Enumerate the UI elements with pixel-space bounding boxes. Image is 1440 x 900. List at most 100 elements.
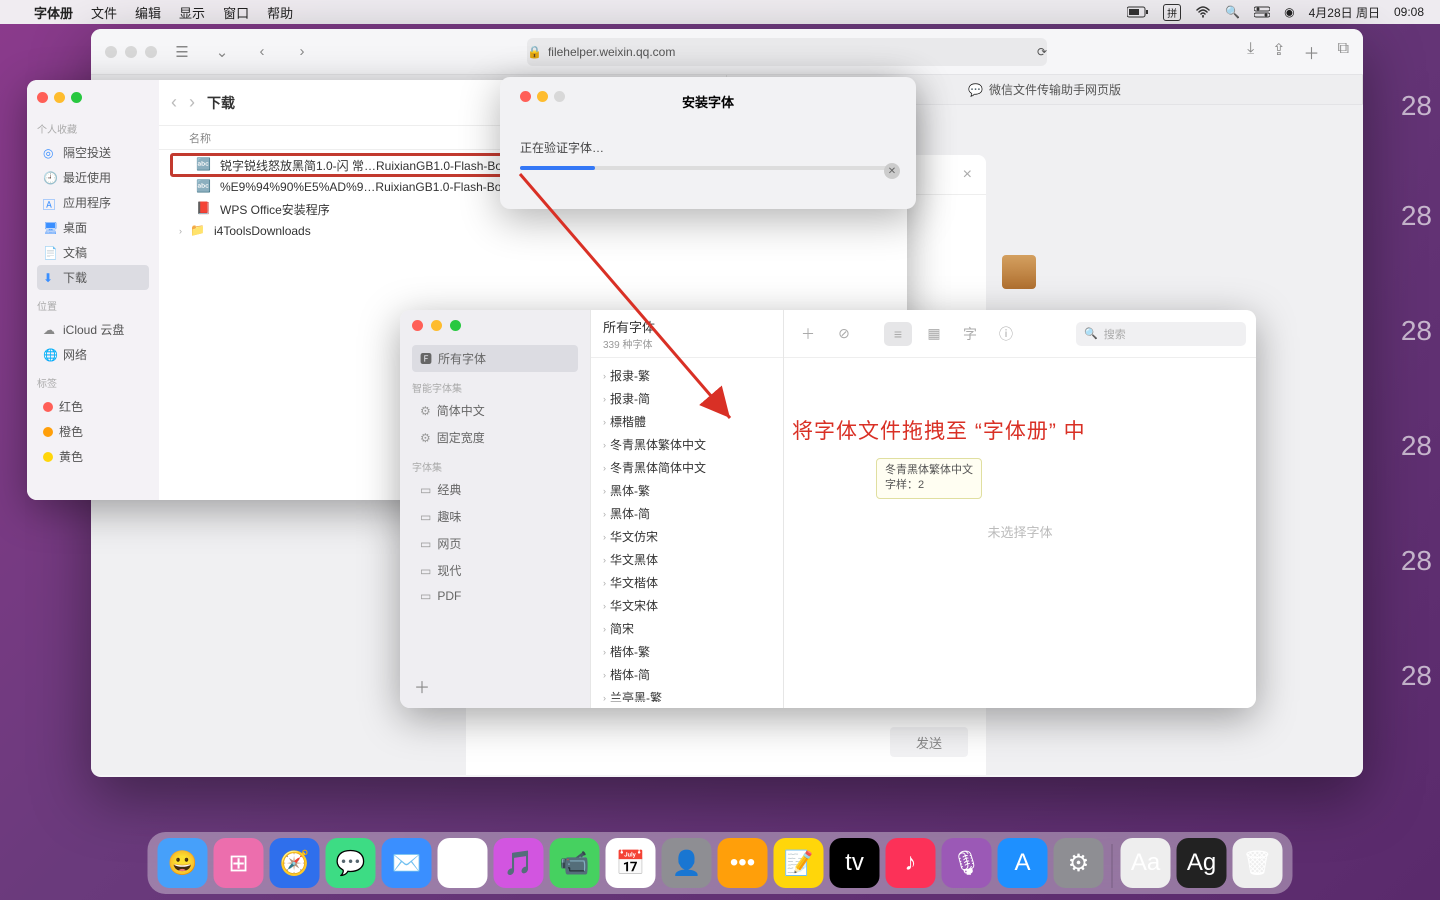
font-row[interactable]: ›简宋 bbox=[591, 617, 783, 640]
chevron-down-icon[interactable]: ⌄ bbox=[207, 39, 237, 65]
column-header[interactable]: 名称 bbox=[189, 130, 211, 146]
dock-app[interactable]: 🎵 bbox=[494, 838, 544, 888]
menu-edit[interactable]: 编辑 bbox=[135, 3, 161, 22]
sidebar-smart-collection[interactable]: ⚙简体中文 bbox=[412, 397, 578, 424]
menubar-date[interactable]: 4月28日 周日 bbox=[1309, 4, 1380, 21]
menu-view[interactable]: 显示 bbox=[179, 3, 205, 22]
finder-title: 下载 bbox=[207, 93, 235, 113]
disclosure-icon: › bbox=[603, 624, 606, 634]
menubar-time[interactable]: 09:08 bbox=[1394, 5, 1424, 19]
finder-traffic[interactable] bbox=[37, 92, 149, 103]
sidebar-smart-collection[interactable]: ⚙固定宽度 bbox=[412, 424, 578, 451]
sidebar-item[interactable]: ◎隔空投送 bbox=[37, 140, 149, 165]
sidebar-tag[interactable]: 黄色 bbox=[37, 444, 149, 469]
font-row[interactable]: ›冬青黑体繁体中文 bbox=[591, 433, 783, 456]
sidebar-item[interactable]: 🌐网络 bbox=[37, 342, 149, 367]
battery-icon[interactable] bbox=[1127, 6, 1149, 18]
sidebar-collection[interactable]: ▭PDF bbox=[412, 584, 578, 608]
sidebar-all-fonts[interactable]: 🅵所有字体 bbox=[412, 345, 578, 372]
sidebar-tag[interactable]: 红色 bbox=[37, 394, 149, 419]
dock-app[interactable]: ••• bbox=[718, 838, 768, 888]
close-icon[interactable]: × bbox=[963, 166, 972, 184]
menu-window[interactable]: 窗口 bbox=[223, 3, 249, 22]
dock-app[interactable]: ✉️ bbox=[382, 838, 432, 888]
menu-help[interactable]: 帮助 bbox=[267, 3, 293, 22]
dock-app[interactable]: ⚙ bbox=[1054, 838, 1104, 888]
dock-app[interactable]: 👤 bbox=[662, 838, 712, 888]
forward-icon[interactable]: › bbox=[189, 92, 195, 113]
sidebar-collection[interactable]: ▭经典 bbox=[412, 476, 578, 503]
back-icon[interactable]: ‹ bbox=[171, 92, 177, 113]
menu-file[interactable]: 文件 bbox=[91, 3, 117, 22]
font-row[interactable]: ›標楷體 bbox=[591, 410, 783, 433]
download-icon[interactable]: ⤓ bbox=[1247, 40, 1254, 64]
reload-icon[interactable]: ⟳ bbox=[1037, 45, 1047, 59]
dock-app[interactable]: 🧭 bbox=[270, 838, 320, 888]
dock-app[interactable]: 💬 bbox=[326, 838, 376, 888]
font-row[interactable]: ›华文宋体 bbox=[591, 594, 783, 617]
dock-app[interactable]: Aa bbox=[1121, 838, 1171, 888]
address-bar[interactable]: 🔒 filehelper.weixin.qq.com ⟳ bbox=[527, 38, 1047, 66]
dock-app[interactable]: ⊞ bbox=[214, 838, 264, 888]
dock-app[interactable]: tv bbox=[830, 838, 880, 888]
font-row[interactable]: ›华文黑体 bbox=[591, 548, 783, 571]
info-icon[interactable]: ⓘ bbox=[992, 322, 1020, 346]
search-icon: 🔍 bbox=[1084, 327, 1098, 340]
sidebar-collection[interactable]: ▭网页 bbox=[412, 530, 578, 557]
forward-icon[interactable]: › bbox=[287, 39, 317, 65]
wifi-icon[interactable] bbox=[1195, 6, 1211, 18]
sidebar-item[interactable]: ☁iCloud 云盘 bbox=[37, 317, 149, 342]
font-row[interactable]: ›华文仿宋 bbox=[591, 525, 783, 548]
add-font-icon[interactable]: ＋ bbox=[794, 322, 822, 346]
view-grid-icon[interactable]: ▦ bbox=[920, 322, 948, 346]
dock-app[interactable]: 😀 bbox=[158, 838, 208, 888]
add-collection-icon[interactable]: ＋ bbox=[414, 674, 430, 698]
sidebar-toggle-icon[interactable]: ☰ bbox=[167, 39, 197, 65]
font-row[interactable]: ›黑体-繁 bbox=[591, 479, 783, 502]
dock-app[interactable]: Ag bbox=[1177, 838, 1227, 888]
spotlight-icon[interactable]: 🔍 bbox=[1225, 5, 1240, 19]
search-input[interactable]: 🔍 搜索 bbox=[1076, 322, 1246, 346]
sidebar-tag[interactable]: 橙色 bbox=[37, 419, 149, 444]
font-row[interactable]: ›冬青黑体简体中文 bbox=[591, 456, 783, 479]
sidebar-item[interactable]: 📄文稿 bbox=[37, 240, 149, 265]
dock-app[interactable]: 🎙 bbox=[942, 838, 992, 888]
new-tab-icon[interactable]: ＋ bbox=[1304, 40, 1320, 64]
font-row[interactable]: ›楷体-繁 bbox=[591, 640, 783, 663]
tag-dot-icon bbox=[43, 452, 53, 462]
file-row[interactable]: ›📁i4ToolsDownloads bbox=[171, 220, 895, 242]
sidebar-collection[interactable]: ▭现代 bbox=[412, 557, 578, 584]
send-button[interactable]: 发送 bbox=[890, 727, 968, 757]
app-menu[interactable]: 字体册 bbox=[34, 3, 73, 22]
dock-app[interactable]: ♪ bbox=[886, 838, 936, 888]
font-row[interactable]: ›楷体-简 bbox=[591, 663, 783, 686]
sidebar-item[interactable]: 🖥桌面 bbox=[37, 215, 149, 240]
dock-app[interactable]: 📹 bbox=[550, 838, 600, 888]
font-row[interactable]: ›黑体-简 bbox=[591, 502, 783, 525]
dock-app[interactable]: A bbox=[998, 838, 1048, 888]
sidebar-item[interactable]: 🄰应用程序 bbox=[37, 190, 149, 215]
tabs-icon[interactable]: ⧉ bbox=[1338, 40, 1349, 64]
font-row[interactable]: ›兰亭黑-繁 bbox=[591, 686, 783, 702]
share-icon[interactable]: ⇪ bbox=[1272, 40, 1285, 64]
safari-traffic[interactable] bbox=[105, 46, 157, 58]
sidebar-collection[interactable]: ▭趣味 bbox=[412, 503, 578, 530]
view-sample-icon[interactable]: ≡ bbox=[884, 322, 912, 346]
disable-font-icon[interactable]: ⊘ bbox=[830, 322, 858, 346]
dock-app[interactable]: 📅 bbox=[606, 838, 656, 888]
view-char-icon[interactable]: 字 bbox=[956, 322, 984, 346]
font-row[interactable]: ›华文楷体 bbox=[591, 571, 783, 594]
sidebar-item[interactable]: ⬇下载 bbox=[37, 265, 149, 290]
dock-app[interactable]: 🗺 bbox=[438, 838, 488, 888]
cancel-icon[interactable]: ✕ bbox=[884, 163, 900, 179]
siri-icon[interactable]: ◉ bbox=[1284, 5, 1294, 19]
dock-app[interactable]: 📝 bbox=[774, 838, 824, 888]
fontbook-traffic[interactable] bbox=[412, 320, 578, 331]
ime-icon[interactable]: 拼 bbox=[1163, 4, 1181, 21]
back-icon[interactable]: ‹ bbox=[247, 39, 277, 65]
sidebar-item[interactable]: 🕘最近使用 bbox=[37, 165, 149, 190]
control-center-icon[interactable] bbox=[1254, 6, 1270, 18]
font-row[interactable]: ›报隶-繁 bbox=[591, 364, 783, 387]
dock-app[interactable]: 🗑 bbox=[1233, 838, 1283, 888]
font-row[interactable]: ›报隶-简 bbox=[591, 387, 783, 410]
